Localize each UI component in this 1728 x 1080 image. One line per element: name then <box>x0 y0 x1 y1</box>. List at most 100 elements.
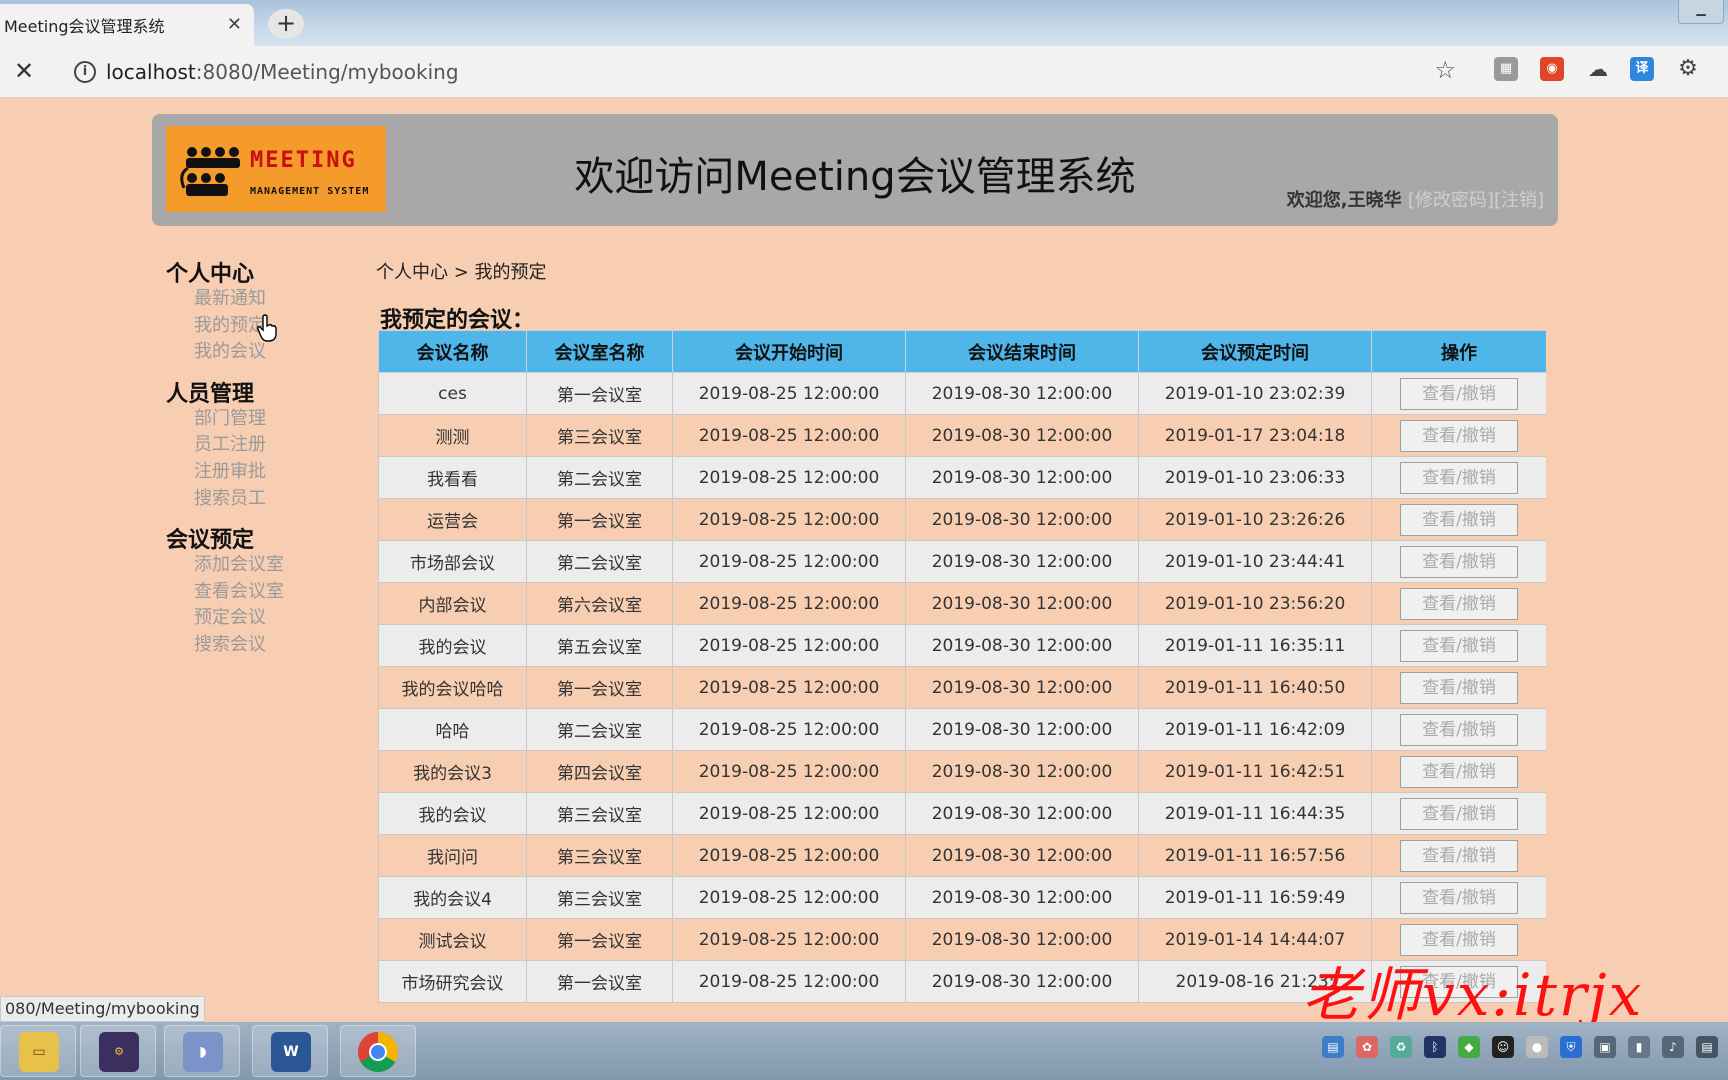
taskbar-app[interactable]: ◗ <box>164 1025 240 1077</box>
sidebar-item-my-bookings[interactable]: 我的预定 <box>166 313 336 340</box>
extension-icon[interactable]: ▦ <box>1494 57 1518 81</box>
translate-icon[interactable]: 译 <box>1630 57 1654 81</box>
sidebar-item-register-employee[interactable]: 员工注册 <box>166 432 336 459</box>
view-cancel-button[interactable]: 查看/撤销 <box>1400 419 1518 452</box>
table-row: 我的会议 第三会议室 2019-08-25 12:00:00 2019-08-30 1… <box>378 792 1546 835</box>
shield-icon[interactable]: ⛨ <box>1560 1036 1582 1058</box>
booked-time-cell: 2019-01-11 16:59:49 <box>1138 876 1372 919</box>
actions-cell: 查看/撤销 <box>1371 876 1546 919</box>
cloud-icon[interactable]: ☁ <box>1586 57 1610 81</box>
tray-icon[interactable]: ◆ <box>1458 1036 1480 1058</box>
sidebar-item-search-employees[interactable]: 搜索员工 <box>166 486 336 513</box>
taskbar-java-ide[interactable]: ⚙ <box>80 1025 156 1077</box>
table-row: 我的会议4 第三会议室 2019-08-25 12:00:00 2019-08-30 … <box>378 876 1546 919</box>
new-tab-button[interactable]: + <box>268 9 304 39</box>
volume-icon[interactable]: ♪ <box>1662 1036 1684 1058</box>
start-time-cell: 2019-08-25 12:00:00 <box>672 876 906 919</box>
sidebar-item-add-room[interactable]: 添加会议室 <box>166 552 336 579</box>
app-icon: ◗ <box>183 1032 223 1072</box>
tab-title: Meeting会议管理系统 <box>4 17 165 36</box>
end-time-cell: 2019-08-30 12:00:00 <box>905 918 1139 961</box>
sidebar-item-approvals[interactable]: 注册审批 <box>166 459 336 486</box>
end-time-cell: 2019-08-30 12:00:00 <box>905 750 1139 793</box>
logout-link[interactable]: [注销] <box>1494 190 1544 211</box>
sidebar-item-book-meeting[interactable]: 预定会议 <box>166 605 336 632</box>
action-center-icon[interactable]: ▤ <box>1696 1036 1718 1058</box>
view-cancel-button[interactable]: 查看/撤销 <box>1400 797 1518 830</box>
address-bar[interactable]: i localhost:8080/Meeting/mybooking ☆ <box>62 54 1472 90</box>
tray-icon[interactable]: ✿ <box>1356 1036 1378 1058</box>
end-time-cell: 2019-08-30 12:00:00 <box>905 582 1139 625</box>
system-tray: ▤ ✿ ♻ ᛒ ◆ ☺ ● ⛨ ▣ ▮ ♪ ▤ <box>1322 1036 1728 1066</box>
taskbar-chrome[interactable] <box>340 1025 416 1077</box>
view-cancel-button[interactable]: 查看/撤销 <box>1400 629 1518 662</box>
sidebar-item-search-meetings[interactable]: 搜索会议 <box>166 632 336 659</box>
view-cancel-button[interactable]: 查看/撤销 <box>1400 713 1518 746</box>
url-host: localhost <box>106 60 196 84</box>
actions-cell: 查看/撤销 <box>1371 498 1546 541</box>
view-cancel-button[interactable]: 查看/撤销 <box>1400 461 1518 494</box>
info-icon[interactable]: i <box>74 61 96 83</box>
view-cancel-button[interactable]: 查看/撤销 <box>1400 587 1518 620</box>
table-row: ces 第一会议室 2019-08-25 12:00:00 2019-08-30 12… <box>378 372 1546 415</box>
extension-icon[interactable]: ◉ <box>1540 57 1564 81</box>
view-cancel-button[interactable]: 查看/撤销 <box>1400 671 1518 704</box>
room-name-cell: 第二会议室 <box>526 708 673 751</box>
windows-taskbar: ▭ ⚙ ◗ W ▤ ✿ ♻ ᛒ ◆ ☺ ● ⛨ ▣ ▮ ♪ ▤ <box>0 1022 1728 1080</box>
view-cancel-button[interactable]: 查看/撤销 <box>1400 545 1518 578</box>
browser-tab[interactable]: Meeting会议管理系统 ✕ <box>0 4 254 46</box>
table-row: 我的会议 第五会议室 2019-08-25 12:00:00 2019-08-30 1… <box>378 624 1546 667</box>
end-time-cell: 2019-08-30 12:00:00 <box>905 834 1139 877</box>
booked-time-cell: 2019-01-17 23:04:18 <box>1138 414 1372 457</box>
room-name-cell: 第三会议室 <box>526 834 673 877</box>
meeting-name-cell: 市场部会议 <box>378 540 527 583</box>
view-cancel-button[interactable]: 查看/撤销 <box>1400 503 1518 536</box>
meeting-name-cell: 哈哈 <box>378 708 527 751</box>
table-header-col-start-time: 会议开始时间 <box>672 330 906 373</box>
room-name-cell: 第三会议室 <box>526 414 673 457</box>
word-icon: W <box>271 1032 311 1072</box>
tray-icon[interactable]: ♻ <box>1390 1036 1412 1058</box>
sidebar-item-my-meetings[interactable]: 我的会议 <box>166 339 336 366</box>
power-icon[interactable]: ▮ <box>1628 1036 1650 1058</box>
qq-icon[interactable]: ☺ <box>1492 1036 1514 1058</box>
view-cancel-button[interactable]: 查看/撤销 <box>1400 377 1518 410</box>
sidebar-item-latest-notice[interactable]: 最新通知 <box>166 286 336 313</box>
change-password-link[interactable]: [修改密码] <box>1408 190 1494 211</box>
start-time-cell: 2019-08-25 12:00:00 <box>672 666 906 709</box>
meeting-name-cell: 内部会议 <box>378 582 527 625</box>
sidebar-item-view-rooms[interactable]: 查看会议室 <box>166 579 336 606</box>
booked-time-cell: 2019-01-11 16:42:51 <box>1138 750 1372 793</box>
end-time-cell: 2019-08-30 12:00:00 <box>905 414 1139 457</box>
actions-cell: 查看/撤销 <box>1371 456 1546 499</box>
bookmark-star-icon[interactable]: ☆ <box>1434 56 1456 84</box>
meeting-name-cell: 我的会议3 <box>378 750 527 793</box>
taskbar-file-explorer[interactable]: ▭ <box>0 1025 76 1077</box>
network-icon[interactable]: ▣ <box>1594 1036 1616 1058</box>
tray-icon[interactable]: ● <box>1526 1036 1548 1058</box>
view-cancel-button[interactable]: 查看/撤销 <box>1400 755 1518 788</box>
window-minimize-button[interactable]: ▁ <box>1678 0 1724 24</box>
end-time-cell: 2019-08-30 12:00:00 <box>905 498 1139 541</box>
actions-cell: 查看/撤销 <box>1371 834 1546 877</box>
meeting-name-cell: 测试会议 <box>378 918 527 961</box>
view-cancel-button[interactable]: 查看/撤销 <box>1400 881 1518 914</box>
sidebar-item-departments[interactable]: 部门管理 <box>166 406 336 433</box>
end-time-cell: 2019-08-30 12:00:00 <box>905 960 1139 1003</box>
table-header-row: 会议名称 会议室名称 会议开始时间 会议结束时间 会议预定时间 操作 <box>378 330 1546 373</box>
welcome-text: 欢迎您,王晓华 <box>1286 190 1402 211</box>
end-time-cell: 2019-08-30 12:00:00 <box>905 372 1139 415</box>
end-time-cell: 2019-08-30 12:00:00 <box>905 456 1139 499</box>
start-time-cell: 2019-08-25 12:00:00 <box>672 372 906 415</box>
bluetooth-icon[interactable]: ᛒ <box>1424 1036 1446 1058</box>
tray-icon[interactable]: ▤ <box>1322 1036 1344 1058</box>
stop-loading-icon[interactable]: ✕ <box>14 58 34 84</box>
taskbar-word[interactable]: W <box>252 1025 328 1077</box>
room-name-cell: 第一会议室 <box>526 498 673 541</box>
hand-cursor-icon <box>257 314 277 342</box>
end-time-cell: 2019-08-30 12:00:00 <box>905 708 1139 751</box>
view-cancel-button[interactable]: 查看/撤销 <box>1400 839 1518 872</box>
actions-cell: 查看/撤销 <box>1371 582 1546 625</box>
settings-gear-icon[interactable]: ⚙ <box>1676 57 1700 81</box>
tab-close-icon[interactable]: ✕ <box>227 14 242 35</box>
